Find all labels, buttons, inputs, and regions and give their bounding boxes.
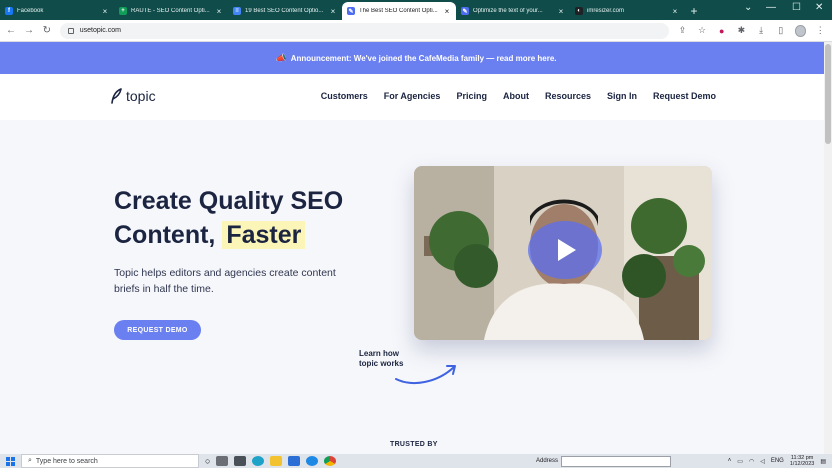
mail-icon[interactable] bbox=[234, 456, 247, 466]
site-header: topic Customers For Agencies Pricing About R… bbox=[0, 74, 832, 120]
task-view-icon[interactable]: ○ bbox=[205, 456, 210, 466]
nav-link-resources[interactable]: Resources bbox=[545, 91, 591, 101]
nav-link-request-demo[interactable]: Request Demo bbox=[653, 91, 716, 101]
browser-tab[interactable]: ◐ imresizer.com × bbox=[570, 2, 684, 20]
menu-kebab-icon[interactable]: ⋮ bbox=[814, 25, 826, 36]
tab-strip: f Facebook × + RAUTE - SEO Content Opti... × ≡… bbox=[0, 0, 832, 20]
nav-link-about[interactable]: About bbox=[503, 91, 529, 101]
lock-icon bbox=[67, 27, 74, 34]
feather-icon bbox=[111, 88, 122, 104]
edge-icon[interactable] bbox=[252, 456, 265, 466]
tab-favicon-icon: ≡ bbox=[233, 7, 241, 15]
hero-subtitle: Topic helps editors and agencies create … bbox=[114, 267, 336, 295]
nav-link-sign-in[interactable]: Sign In bbox=[607, 91, 637, 101]
widgets-icon[interactable] bbox=[216, 456, 229, 466]
announcement-text: Announcement: We've joined the CafeMedia… bbox=[290, 53, 557, 63]
address-input[interactable] bbox=[561, 455, 672, 467]
volume-icon[interactable]: ◁ bbox=[760, 458, 765, 465]
curved-arrow-icon bbox=[395, 365, 456, 384]
back-icon[interactable]: ← bbox=[6, 25, 16, 36]
trusted-by-heading: TRUSTED BY bbox=[390, 441, 438, 448]
chrome-icon[interactable] bbox=[324, 456, 337, 466]
tab-close-icon[interactable]: × bbox=[557, 7, 565, 16]
nav-link-pricing[interactable]: Pricing bbox=[456, 91, 487, 101]
scrollbar-thumb[interactable] bbox=[825, 44, 831, 144]
sidebar-icon[interactable]: ▯ bbox=[775, 25, 787, 36]
tab-list: f Facebook × + RAUTE - SEO Content Opti... × ≡… bbox=[0, 2, 684, 20]
logo-text: topic bbox=[126, 88, 156, 104]
wifi-icon[interactable]: ◠ bbox=[749, 458, 754, 465]
request-demo-button[interactable]: REQUEST DEMO bbox=[114, 320, 201, 340]
maximize-icon[interactable]: ☐ bbox=[792, 2, 801, 13]
tab-close-icon[interactable]: × bbox=[671, 7, 679, 16]
tab-label: imresizer.com bbox=[587, 8, 625, 14]
clock[interactable]: 11:32 pm 1/12/2023 bbox=[790, 455, 814, 467]
browser-tab[interactable]: ✎ Optimize the text of your... × bbox=[456, 2, 570, 20]
hero-title-line1: Create Quality SEO bbox=[114, 187, 344, 215]
tab-close-icon[interactable]: × bbox=[443, 7, 451, 16]
reload-icon[interactable]: ↻ bbox=[42, 25, 52, 36]
address-bar[interactable]: usetopic.com bbox=[59, 22, 669, 39]
close-window-icon[interactable]: ✕ bbox=[815, 2, 823, 13]
taskbar-address: Address bbox=[536, 454, 672, 468]
learn-line1: Learn how bbox=[359, 349, 400, 358]
notification-icon[interactable]: ▤ bbox=[820, 458, 826, 465]
search-icon: ⌕ bbox=[28, 457, 32, 464]
browser-tab[interactable]: ✎ The Best SEO Content Opti... × bbox=[342, 2, 456, 20]
main-menu: Customers For Agencies Pricing About Resourc… bbox=[321, 91, 716, 101]
new-tab-button[interactable]: + bbox=[684, 2, 704, 20]
tab-close-icon[interactable]: × bbox=[215, 7, 223, 16]
nav-link-for-agencies[interactable]: For Agencies bbox=[384, 91, 441, 101]
system-tray: ˄ ▭ ◠ ◁ ENG 11:32 pm 1/12/2023 ▤ bbox=[728, 454, 826, 468]
hero-title-line2: Content, bbox=[114, 221, 216, 249]
hero-title-highlight: Faster bbox=[222, 221, 306, 249]
nav-link-customers[interactable]: Customers bbox=[321, 91, 368, 101]
tab-favicon-icon: f bbox=[5, 7, 13, 15]
battery-icon[interactable]: ▭ bbox=[737, 458, 743, 465]
tab-label: Optimize the text of your... bbox=[473, 8, 543, 14]
store-icon[interactable] bbox=[288, 456, 301, 466]
topic-logo[interactable]: topic bbox=[110, 88, 156, 104]
share-icon[interactable]: ⇪ bbox=[677, 25, 689, 36]
tab-close-icon[interactable]: × bbox=[101, 7, 109, 16]
tab-label: Facebook bbox=[17, 8, 44, 14]
tab-label: RAUTE - SEO Content Opti... bbox=[131, 8, 210, 14]
bookmark-star-icon[interactable]: ☆ bbox=[696, 25, 708, 36]
chevron-down-icon[interactable]: ⌄ bbox=[744, 2, 752, 13]
puzzle-icon[interactable]: ✱ bbox=[736, 25, 748, 36]
tab-favicon-icon: + bbox=[119, 7, 127, 15]
taskbar-search-placeholder: Type here to search bbox=[35, 457, 98, 465]
announcement-bar[interactable]: 📣 Announcement: We've joined the CafeMed… bbox=[0, 42, 832, 74]
tray-chevron-icon[interactable]: ˄ bbox=[728, 458, 732, 464]
tab-favicon-icon: ✎ bbox=[461, 7, 469, 15]
taskbar-search[interactable]: ⌕ Type here to search bbox=[21, 454, 199, 468]
browser-tab[interactable]: f Facebook × bbox=[0, 2, 114, 20]
tab-favicon-icon: ◐ bbox=[575, 7, 583, 15]
extension-icon[interactable]: ● bbox=[716, 26, 728, 36]
tab-favicon-icon: ✎ bbox=[347, 7, 355, 15]
hero-title: Create Quality SEO Content, Faster bbox=[114, 184, 384, 252]
forward-icon[interactable]: → bbox=[24, 25, 34, 36]
download-icon[interactable]: ⤓ bbox=[755, 25, 767, 36]
app-icon[interactable] bbox=[306, 456, 319, 466]
browser-tab[interactable]: + RAUTE - SEO Content Opti... × bbox=[114, 2, 228, 20]
tab-label: 19 Best SEO Content Optio... bbox=[245, 8, 324, 14]
profile-avatar[interactable] bbox=[794, 24, 807, 37]
language-indicator[interactable]: ENG bbox=[771, 458, 784, 464]
clock-date: 1/12/2023 bbox=[789, 461, 815, 467]
address-label: Address bbox=[536, 458, 559, 464]
minimize-icon[interactable]: — bbox=[766, 2, 776, 13]
file-explorer-icon[interactable] bbox=[270, 456, 283, 466]
browser-toolbar: ← → ↻ usetopic.com ⇪ ☆ ● ✱ ⤓ ▯ ⋮ bbox=[0, 20, 832, 42]
play-button[interactable] bbox=[528, 221, 602, 279]
tab-close-icon[interactable]: × bbox=[329, 7, 337, 16]
tab-label: The Best SEO Content Opti... bbox=[359, 8, 438, 14]
windows-taskbar: ⌕ Type here to search ○ bbox=[0, 454, 832, 468]
windows-start-icon[interactable] bbox=[6, 456, 15, 466]
url-text: usetopic.com bbox=[79, 27, 121, 34]
megaphone-icon: 📣 bbox=[275, 52, 287, 63]
browser-tab[interactable]: ≡ 19 Best SEO Content Optio... × bbox=[228, 2, 342, 20]
